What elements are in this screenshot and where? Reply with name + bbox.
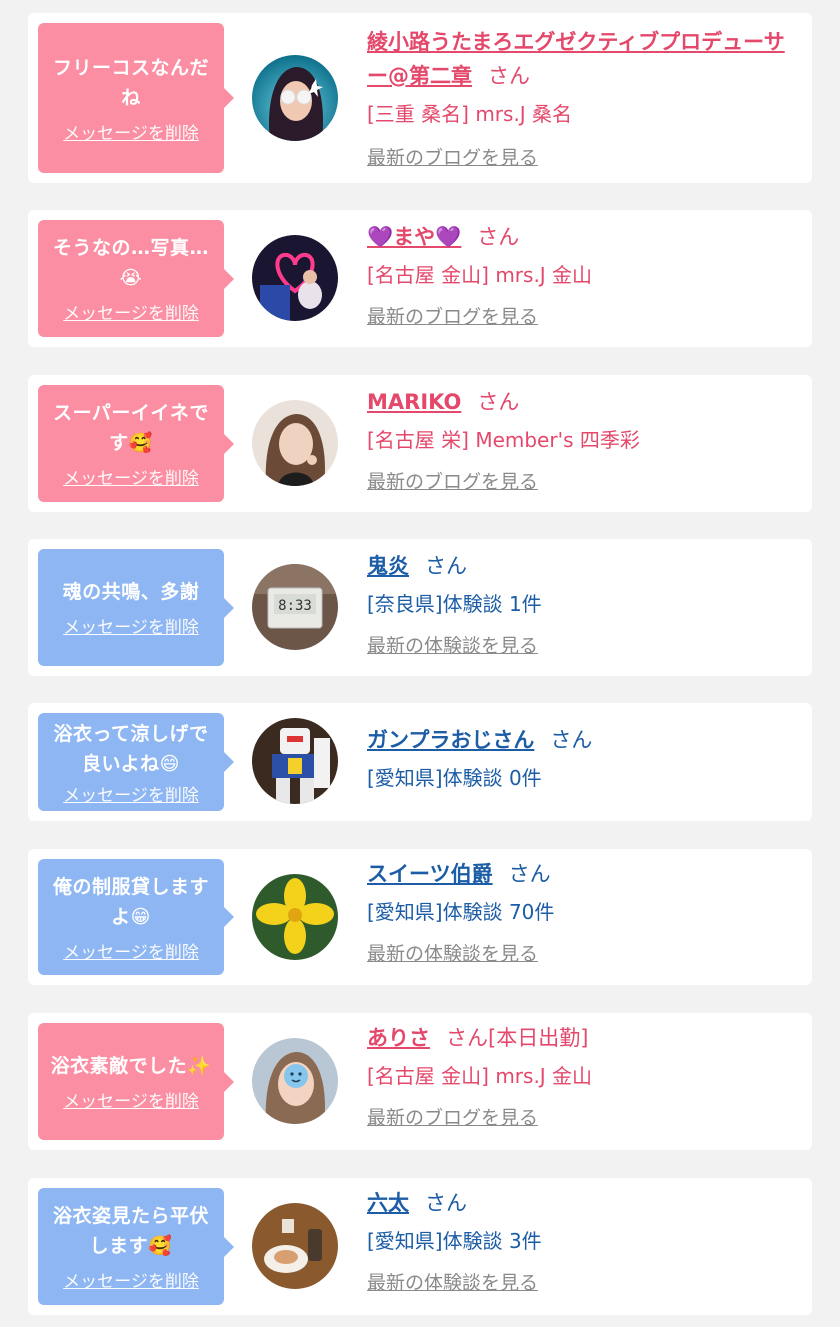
honorific: さん <box>425 1191 467 1215</box>
message-bubble: 俺の制服貸しますよ😁 メッセージを削除 <box>38 859 234 975</box>
shop-info: [名古屋 金山] mrs.J 金山 <box>367 1064 593 1088</box>
latest-review-link[interactable]: 最新の体験談を見る <box>367 939 800 969</box>
avatar[interactable] <box>252 400 338 486</box>
delete-message-link[interactable]: メッセージを削除 <box>63 119 199 144</box>
message-text: スーパーイイネです🥰 <box>53 402 209 454</box>
delete-message-link[interactable]: メッセージを削除 <box>63 464 199 489</box>
latest-review-link[interactable]: 最新の体験談を見る <box>367 631 800 661</box>
message-text: フリーコスなんだね <box>52 56 209 109</box>
honorific: さん <box>477 225 520 249</box>
avatar[interactable] <box>252 55 338 141</box>
message-bubble: フリーコスなんだね メッセージを削除 <box>38 23 234 173</box>
review-count: [愛知県]体験談 3件 <box>367 1229 542 1253</box>
latest-blog-link[interactable]: 最新のブログを見る <box>367 467 800 497</box>
message-card: 浴衣素敵でした✨ メッセージを削除 ありさ さん[本日出勤] [名古屋 金山] m… <box>28 1013 812 1150</box>
avatar[interactable] <box>252 235 338 321</box>
message-bubble: 浴衣姿見たら平伏します🥰 メッセージを削除 <box>38 1188 234 1305</box>
honorific: さん[本日出勤] <box>446 1026 589 1050</box>
message-bubble: スーパーイイネです🥰 メッセージを削除 <box>38 385 234 502</box>
message-card: 浴衣って涼しげで良いよね😄 メッセージを削除 ガンプラおじさん さん [愛知県]体… <box>28 703 812 821</box>
honorific: さん <box>508 862 551 886</box>
message-card: フリーコスなんだね メッセージを削除 綾小路うたまろエグゼクティブプロデューサー… <box>28 13 812 183</box>
delete-message-link[interactable]: メッセージを削除 <box>63 781 199 806</box>
review-count: [愛知県]体験談 0件 <box>367 766 542 790</box>
message-text: 浴衣姿見たら平伏します🥰 <box>52 1205 209 1257</box>
message-text: 魂の共鳴、多謝 <box>62 581 200 603</box>
message-bubble: 浴衣って涼しげで良いよね😄 メッセージを削除 <box>38 713 234 811</box>
latest-review-link[interactable]: 最新の体験談を見る <box>367 1268 800 1298</box>
latest-blog-link[interactable]: 最新のブログを見る <box>367 302 800 332</box>
message-text: 浴衣素敵でした✨ <box>50 1055 212 1077</box>
message-card: 俺の制服貸しますよ😁 メッセージを削除 スイーツ伯爵 さん [愛知県]体験談 70… <box>28 849 812 985</box>
honorific: さん <box>550 728 593 752</box>
user-name-link[interactable]: MARIKO <box>367 390 461 414</box>
user-name-link[interactable]: 鬼炎 <box>367 554 409 578</box>
message-text: そうなの…写真…😭 <box>52 237 209 289</box>
shop-info: [名古屋 栄] Member's 四季彩 <box>367 428 640 452</box>
honorific: さん <box>425 554 467 578</box>
shop-info: [名古屋 金山] mrs.J 金山 <box>367 263 593 287</box>
user-name-link[interactable]: 六太 <box>367 1191 409 1215</box>
delete-message-link[interactable]: メッセージを削除 <box>63 299 199 324</box>
honorific: さん <box>488 64 530 88</box>
message-bubble: 浴衣素敵でした✨ メッセージを削除 <box>38 1023 234 1140</box>
user-name-link[interactable]: 💜まや💜 <box>367 225 461 249</box>
user-name-link[interactable]: ありさ <box>367 1026 430 1050</box>
message-card: スーパーイイネです🥰 メッセージを削除 MARIKO さん [名古屋 栄] Mem… <box>28 375 812 512</box>
svg-text:8:33: 8:33 <box>278 598 312 614</box>
delete-message-link[interactable]: メッセージを削除 <box>63 938 199 963</box>
message-card: 魂の共鳴、多謝 メッセージを削除 8:33 鬼炎 さん [奈良県]体験談 1件 最… <box>28 539 812 676</box>
review-count: [愛知県]体験談 70件 <box>367 900 555 924</box>
message-text: 俺の制服貸しますよ😁 <box>52 875 209 928</box>
delete-message-link[interactable]: メッセージを削除 <box>63 1087 199 1112</box>
delete-message-link[interactable]: メッセージを削除 <box>63 1267 199 1292</box>
avatar[interactable] <box>252 874 338 960</box>
latest-blog-link[interactable]: 最新のブログを見る <box>367 143 800 173</box>
message-list: フリーコスなんだね メッセージを削除 綾小路うたまろエグゼクティブプロデューサー… <box>0 0 840 1327</box>
avatar[interactable] <box>252 1038 338 1124</box>
message-text: 浴衣って涼しげで良いよね😄 <box>53 722 209 775</box>
review-count: [奈良県]体験談 1件 <box>367 592 542 616</box>
message-bubble: そうなの…写真…😭 メッセージを削除 <box>38 220 234 337</box>
avatar[interactable]: 8:33 <box>252 564 338 650</box>
user-name-link[interactable]: 綾小路うたまろエグゼクティブプロデューサー@第二章 <box>367 30 785 88</box>
user-name-link[interactable]: スイーツ伯爵 <box>367 862 493 886</box>
avatar[interactable] <box>252 1203 338 1289</box>
avatar[interactable] <box>252 718 338 804</box>
honorific: さん <box>477 390 520 414</box>
user-name-link[interactable]: ガンプラおじさん <box>367 728 534 752</box>
message-card: そうなの…写真…😭 メッセージを削除 💜まや💜 さん [名古屋 金山] mrs.J… <box>28 210 812 347</box>
latest-blog-link[interactable]: 最新のブログを見る <box>367 1103 800 1133</box>
message-bubble: 魂の共鳴、多謝 メッセージを削除 <box>38 549 234 666</box>
delete-message-link[interactable]: メッセージを削除 <box>63 613 199 638</box>
message-card: 浴衣姿見たら平伏します🥰 メッセージを削除 六太 さん [愛知県]体験談 3件 最… <box>28 1178 812 1315</box>
shop-info: [三重 桑名] mrs.J 桑名 <box>367 102 573 126</box>
